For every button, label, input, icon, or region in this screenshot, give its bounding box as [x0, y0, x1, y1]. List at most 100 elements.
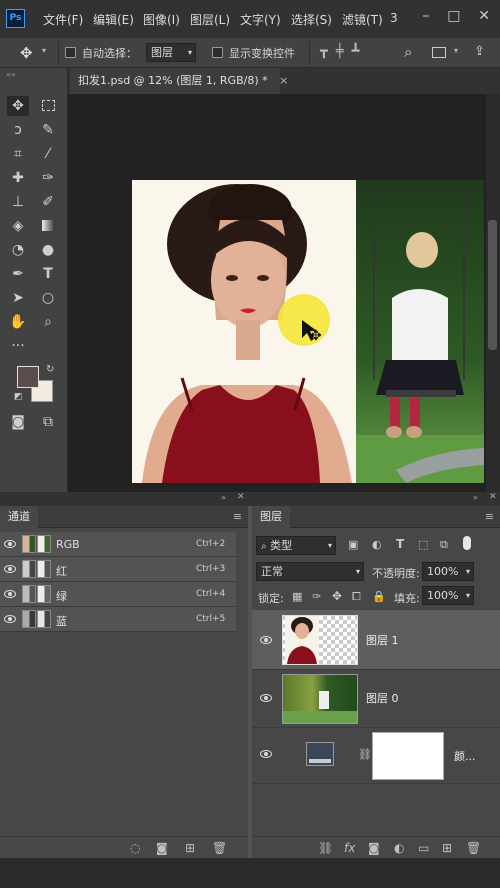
filter-pixel-icon[interactable]: ▣: [348, 538, 358, 551]
pen-tool-icon[interactable]: ✒: [7, 264, 29, 284]
collapse-icon[interactable]: »: [473, 493, 478, 502]
menu-select[interactable]: 选择(S): [291, 11, 332, 28]
layers-tab[interactable]: 图层: [252, 506, 290, 528]
healing-brush-icon[interactable]: ✚: [7, 168, 29, 188]
marquee-tool-icon[interactable]: [37, 96, 59, 116]
layer-row[interactable]: 图层 1: [252, 610, 500, 670]
eye-icon[interactable]: [4, 540, 16, 548]
link-icon[interactable]: ⛓: [358, 748, 372, 761]
filter-kind-dropdown[interactable]: ⌕ 类型 ▾: [256, 536, 336, 555]
channel-row[interactable]: 红 Ctrl+3: [0, 557, 236, 582]
lock-brush-icon[interactable]: ✑: [312, 590, 321, 603]
type-tool-icon[interactable]: T: [37, 264, 59, 284]
stamp-tool-icon[interactable]: ⊥: [7, 192, 29, 212]
close-panel-icon[interactable]: ✕: [489, 492, 497, 502]
filter-type-icon[interactable]: T: [396, 537, 404, 551]
trash-icon[interactable]: 🗑: [466, 841, 481, 855]
collapse-icon[interactable]: »: [221, 493, 226, 502]
filter-adjustment-icon[interactable]: ◐: [372, 538, 382, 551]
blend-mode-dropdown[interactable]: 正常 ▾: [256, 562, 364, 581]
show-transform-checkbox[interactable]: [212, 47, 223, 58]
eye-icon[interactable]: [4, 565, 16, 573]
align-icons[interactable]: ┳╪┻: [320, 44, 367, 59]
eraser-tool-icon[interactable]: ◈: [7, 216, 29, 236]
document-canvas[interactable]: ✥: [132, 180, 484, 483]
zoom-tool-icon[interactable]: ⌕: [37, 312, 59, 332]
channel-row[interactable]: RGB Ctrl+2: [0, 532, 236, 557]
gradient-tool-icon[interactable]: [37, 216, 59, 236]
close-tab-icon[interactable]: ×: [279, 74, 288, 87]
chevron-down-icon[interactable]: ▾: [42, 46, 46, 55]
lock-artboard-icon[interactable]: ⧠: [352, 590, 361, 604]
layer-row[interactable]: ⛓ 颜...: [252, 728, 500, 784]
ellipse-tool-icon[interactable]: ○: [37, 288, 59, 308]
menu-type[interactable]: 文字(Y): [240, 11, 281, 28]
auto-select-target-dropdown[interactable]: 图层 ▾: [146, 43, 196, 62]
menu-filter[interactable]: 滤镜(T): [342, 11, 383, 28]
minimize-button[interactable]: –: [422, 8, 429, 24]
chevron-down-icon[interactable]: ▾: [454, 46, 458, 55]
fill-input[interactable]: 100% ▾: [422, 586, 474, 605]
channel-row[interactable]: 蓝 Ctrl+5: [0, 607, 236, 632]
new-group-icon[interactable]: ▭: [418, 841, 429, 855]
eye-icon[interactable]: [260, 750, 272, 758]
new-channel-icon[interactable]: ⊞: [185, 841, 195, 855]
eye-icon[interactable]: [260, 694, 272, 702]
opacity-input[interactable]: 100% ▾: [422, 562, 474, 581]
menu-3d[interactable]: 3: [390, 11, 398, 25]
history-brush-icon[interactable]: ✐: [37, 192, 59, 212]
lasso-tool-icon[interactable]: ↄ: [7, 120, 29, 140]
menu-file[interactable]: 文件(F): [43, 11, 83, 28]
path-select-tool-icon[interactable]: ➤: [7, 288, 29, 308]
move-tool-icon[interactable]: ✥: [7, 96, 29, 116]
restore-button[interactable]: □: [447, 8, 460, 24]
trash-icon[interactable]: 🗑: [212, 841, 227, 855]
default-colors-icon[interactable]: ◩: [14, 392, 23, 402]
dodge-tool-icon[interactable]: ●: [37, 240, 59, 260]
fx-icon[interactable]: fx: [344, 841, 355, 855]
add-mask-icon[interactable]: ◙: [368, 841, 380, 855]
blur-tool-icon[interactable]: ◔: [7, 240, 29, 260]
layer-name[interactable]: 图层 0: [366, 690, 399, 706]
link-layers-icon[interactable]: ⛓: [318, 841, 333, 855]
new-layer-icon[interactable]: ⊞: [442, 841, 452, 855]
quick-select-tool-icon[interactable]: ✎: [37, 120, 59, 140]
layer-name[interactable]: 颜...: [454, 748, 476, 764]
hand-tool-icon[interactable]: ✋: [7, 312, 29, 332]
load-selection-icon[interactable]: ◌: [130, 841, 140, 855]
collapse-icon[interactable]: ««: [6, 70, 16, 79]
layer-name[interactable]: 图层 1: [366, 632, 399, 648]
channels-tab[interactable]: 通道: [0, 506, 38, 528]
adjustment-icon[interactable]: ◐: [394, 841, 404, 855]
eye-icon[interactable]: [4, 590, 16, 598]
document-tab[interactable]: 扣发1.psd @ 12% (图层 1, RGB/8) * ×: [70, 68, 288, 94]
filter-shape-icon[interactable]: ⬚: [418, 538, 428, 551]
eye-icon[interactable]: [260, 636, 272, 644]
lock-icon[interactable]: 🔒: [372, 590, 386, 603]
channel-row[interactable]: 绿 Ctrl+4: [0, 582, 236, 607]
crop-tool-icon[interactable]: ⌗: [7, 144, 29, 164]
more-tools-icon[interactable]: ···: [7, 336, 29, 356]
share-icon[interactable]: ⇪: [474, 44, 485, 59]
menu-image[interactable]: 图像(I): [143, 11, 180, 28]
filter-toggle[interactable]: [463, 536, 471, 550]
save-selection-icon[interactable]: ◙: [156, 841, 168, 855]
swap-colors-icon[interactable]: ↻: [46, 364, 54, 375]
menu-edit[interactable]: 编辑(E): [93, 11, 134, 28]
layer-row[interactable]: 图层 0: [252, 670, 500, 728]
quick-mask-icon[interactable]: ◙: [7, 412, 29, 432]
filter-smart-object-icon[interactable]: ⧉: [440, 538, 448, 552]
scrollbar-thumb[interactable]: [488, 220, 497, 350]
close-button[interactable]: ✕: [478, 8, 490, 24]
brush-tool-icon[interactable]: ✑: [37, 168, 59, 188]
close-panel-icon[interactable]: ✕: [237, 492, 245, 502]
panel-menu-icon[interactable]: ≡: [485, 510, 494, 523]
lock-position-icon[interactable]: ✥: [332, 589, 342, 603]
eye-icon[interactable]: [4, 615, 16, 623]
lock-transparency-icon[interactable]: ▦: [292, 590, 302, 603]
eyedropper-tool-icon[interactable]: ⁄: [37, 144, 59, 164]
workspace-icon[interactable]: [432, 47, 446, 58]
search-icon[interactable]: ⌕: [404, 43, 412, 61]
move-tool-icon[interactable]: ✥: [20, 44, 33, 62]
foreground-color-swatch[interactable]: [17, 366, 39, 388]
